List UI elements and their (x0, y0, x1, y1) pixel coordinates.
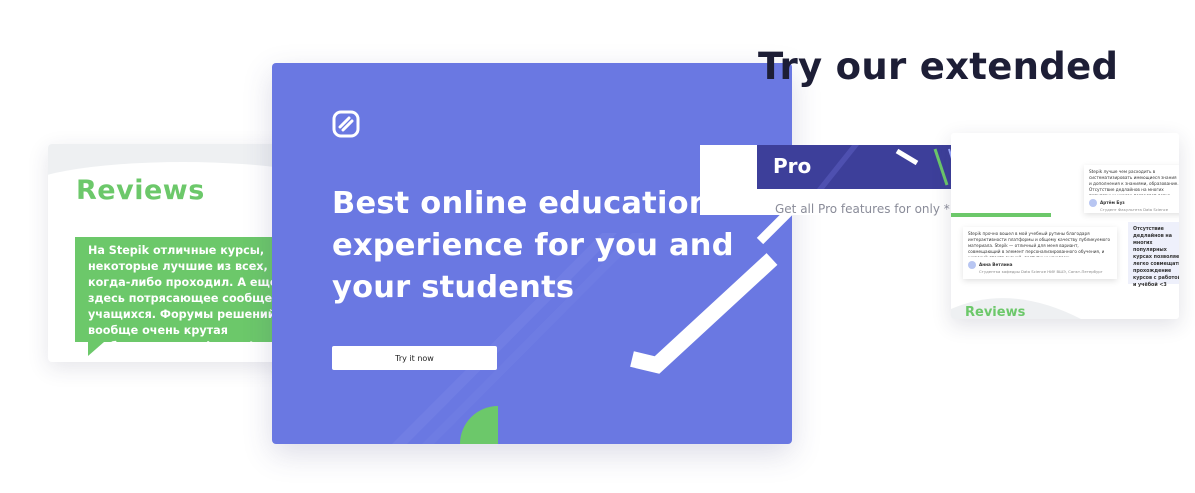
reviews-card: Reviews На Stepik отличные курсы, некото… (48, 144, 315, 362)
mini-quote-left-text: Stepik прочно вошел в мой учебный рутины… (968, 231, 1111, 257)
mini-author-left-role: Студентка кафедры Data Science НИУ ВШЭ, … (979, 269, 1103, 274)
mini-author-top-name: Артём Буз (1100, 200, 1125, 205)
pro-label: Pro (773, 154, 812, 178)
hero-banner: Best online education experience for you… (272, 63, 792, 444)
showcase-title: Try our extended (758, 45, 1119, 88)
mini-quote-right: Отсутствие дедлайнов на многих популярны… (1128, 222, 1179, 288)
mini-author-top: Артём Буз Студент Факультета Data Scienc… (1089, 199, 1179, 213)
mini-author-top-role: Студент Факультета Data Science (1100, 207, 1169, 212)
reviews-title: Reviews (76, 175, 205, 206)
mini-author-left-name: Анна Ветлина (979, 262, 1013, 267)
mini-quote-left: Stepik прочно вошел в мой учебный рутины… (963, 227, 1117, 279)
avatar (968, 261, 976, 269)
mini-quote-top-text: Stepik лучше чем расходить в систематизи… (1089, 169, 1179, 195)
mini-quote-top: Stepik лучше чем расходить в систематизи… (1084, 165, 1179, 213)
mini-reviews-title: Reviews (965, 305, 1026, 319)
mini-author-left: Анна Ветлина Студентка кафедры Data Scie… (968, 261, 1112, 275)
stepik-logo-icon (332, 110, 360, 138)
try-it-now-button[interactable]: Try it now (332, 346, 497, 370)
avatar (1089, 199, 1097, 207)
mini-reviews-preview: Stepik лучше чем расходить в систематизи… (951, 133, 1179, 319)
